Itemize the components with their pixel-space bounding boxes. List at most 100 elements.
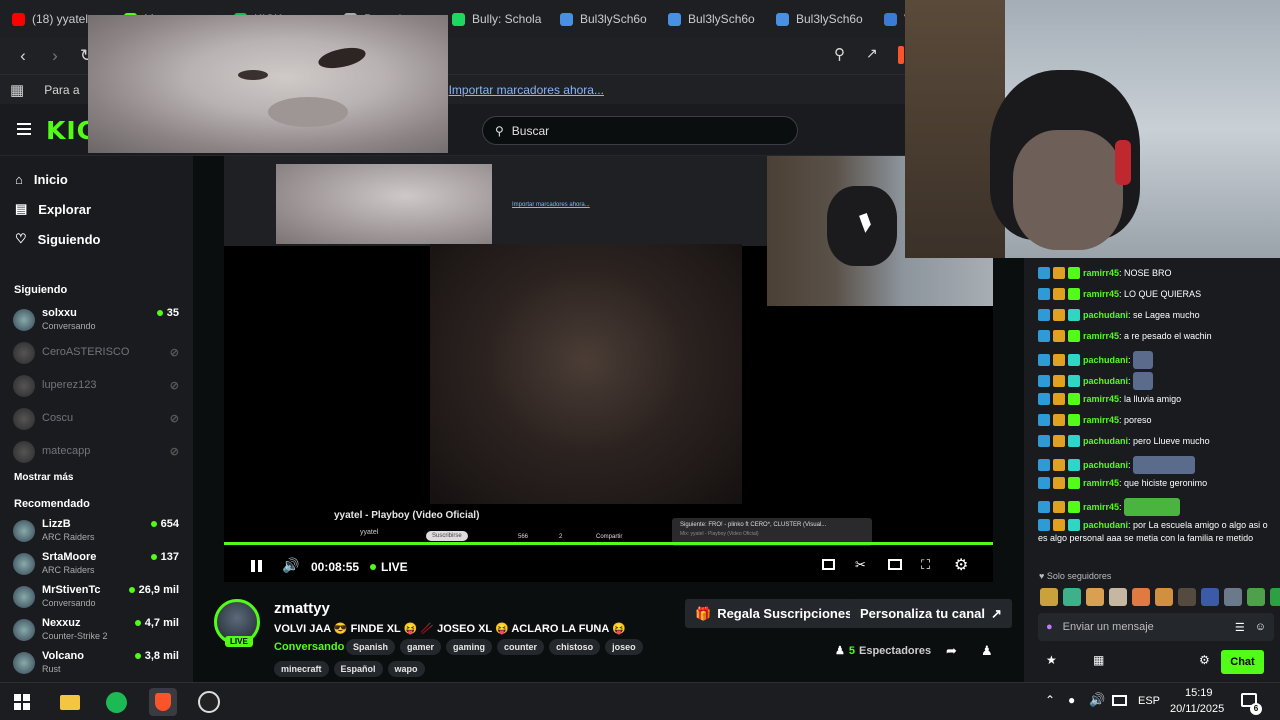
emoji-icon[interactable]: ☺	[1255, 621, 1266, 633]
chat-username[interactable]: ramirr45	[1083, 478, 1119, 488]
sidebar-channel-lizzb[interactable]: LizzB ARC Raiders 654	[0, 514, 193, 547]
chat-username[interactable]: ramirr45	[1083, 502, 1119, 512]
browser-tab[interactable]: Bul3lySch6o	[656, 4, 764, 34]
emote-icon[interactable]	[1132, 588, 1150, 606]
share-icon[interactable]: ➦	[946, 643, 957, 659]
brave-shield-icon[interactable]	[898, 46, 904, 64]
sidebar-channel-luperez123[interactable]: luperez123 ⊘	[0, 369, 193, 402]
windows-start-icon[interactable]	[14, 694, 30, 710]
stream-tag[interactable]: gaming	[446, 639, 493, 655]
stream-tag[interactable]: gamer	[400, 639, 442, 655]
browser-tab[interactable]: Bul3lySch6o	[764, 4, 872, 34]
translate-icon[interactable]: ☰	[1235, 621, 1245, 634]
chat-username[interactable]: pachudani	[1083, 520, 1128, 530]
volume-tray-icon[interactable]: 🔊	[1089, 692, 1105, 708]
microphone-icon[interactable]: ●	[1068, 693, 1075, 707]
pip-icon[interactable]	[822, 559, 835, 570]
chat-username[interactable]: pachudani	[1083, 460, 1128, 470]
nav-explorar[interactable]: ▤ Explorar	[0, 194, 193, 224]
gift-subs-button[interactable]: 🎁 Regala Suscripciones	[685, 599, 863, 628]
browser-tab[interactable]: Bul3lySch6o	[548, 4, 656, 34]
stream-tag[interactable]: minecraft	[274, 661, 329, 677]
chat-settings-icon[interactable]: ⚙	[1199, 653, 1210, 667]
zoom-icon[interactable]: ⚲	[834, 45, 845, 63]
chat-input[interactable]: ● Enviar un mensaje ☰ ☺	[1038, 613, 1274, 641]
emote-icon[interactable]	[1155, 588, 1173, 606]
volume-icon[interactable]: 🔊	[282, 557, 299, 574]
video-player[interactable]: Importar marcadores ahora... yyatel - Pl…	[224, 156, 993, 582]
chat-username[interactable]: pachudani	[1083, 310, 1128, 320]
hamburger-menu-icon[interactable]	[17, 123, 31, 135]
fullscreen-icon[interactable]: ⛶	[921, 557, 930, 573]
import-bookmarks-link[interactable]: Importar marcadores ahora...	[449, 83, 604, 97]
network-icon[interactable]	[1112, 695, 1127, 706]
nav-siguiendo[interactable]: ♡ Siguiendo	[0, 224, 193, 254]
streamer-name[interactable]: zmattyy	[274, 600, 330, 617]
store-icon[interactable]: ▦	[1093, 653, 1104, 667]
chat-username[interactable]: pachudani	[1083, 436, 1128, 446]
stream-category[interactable]: Conversando	[274, 641, 344, 653]
chat-send-button[interactable]: Chat	[1221, 650, 1264, 674]
sidebar-channel-solxxu[interactable]: solxxu Conversando 35	[0, 303, 193, 336]
emote-icon[interactable]	[1063, 588, 1081, 606]
customize-channel-button[interactable]: Personaliza tu canal ↗	[850, 599, 1012, 628]
back-button[interactable]: ‹	[10, 43, 36, 69]
show-more-link[interactable]: Mostrar más	[0, 472, 193, 483]
stream-tag[interactable]: chistoso	[549, 639, 601, 655]
sidebar-channel-volcano[interactable]: Volcano Rust 3,8 mil	[0, 646, 193, 679]
emote-icon[interactable]	[1109, 588, 1127, 606]
crown-badge-icon	[1053, 309, 1065, 321]
forward-button[interactable]: ›	[42, 43, 68, 69]
emote-icon[interactable]	[1201, 588, 1219, 606]
tray-chevron-icon[interactable]: ⌃	[1045, 693, 1055, 707]
clock-date[interactable]: 20/11/2025	[1170, 703, 1224, 715]
brave-icon[interactable]	[149, 688, 177, 716]
language-indicator[interactable]: ESP	[1138, 695, 1160, 707]
obs-icon[interactable]	[198, 691, 220, 713]
chat-username[interactable]: ramirr45	[1083, 268, 1119, 278]
sidebar-channel-coscu[interactable]: Coscu ⊘	[0, 402, 193, 435]
nav-inicio[interactable]: ⌂ Inicio	[0, 164, 193, 194]
stream-tag[interactable]: joseo	[605, 639, 643, 655]
add-user-icon[interactable]: ♟	[981, 643, 993, 659]
chat-username[interactable]: ramirr45	[1083, 331, 1119, 341]
sidebar-channel-srtamoore[interactable]: SrtaMoore ARC Raiders 137	[0, 547, 193, 580]
sidebar-channel-ceroasterisco[interactable]: CeroASTERISCO ⊘	[0, 336, 193, 369]
clock-time[interactable]: 15:19	[1185, 687, 1213, 699]
chat-username[interactable]: ramirr45	[1083, 415, 1119, 425]
share-icon[interactable]: ↗	[866, 45, 878, 62]
clip-icon[interactable]: ✂	[855, 557, 866, 573]
address-bar[interactable]: ⚲ ↗	[448, 42, 904, 70]
emote-icon[interactable]	[1178, 588, 1196, 606]
chat-username[interactable]: pachudani	[1083, 376, 1128, 386]
stream-tag[interactable]: wapo	[387, 661, 425, 677]
apps-grid-icon[interactable]: ▦	[10, 81, 24, 99]
sidebar-channel-matecapp[interactable]: matecapp ⊘	[0, 435, 193, 468]
emote-icon[interactable]	[1224, 588, 1242, 606]
sidebar-channel-nexxuz[interactable]: Nexxuz Counter-Strike 2 4,7 mil	[0, 613, 193, 646]
chat-message: ramirr45: poreso	[1038, 414, 1274, 427]
chat-username[interactable]: ramirr45	[1083, 289, 1119, 299]
crown-badge-icon	[1053, 267, 1065, 279]
stream-info: LIVE zmattyy VOLVI JAA 😎 FINDE XL 😝 🥢 JO…	[193, 582, 1024, 682]
theater-mode-icon[interactable]	[888, 559, 902, 570]
emote-icon[interactable]	[1270, 588, 1280, 606]
spotify-icon[interactable]	[106, 692, 127, 713]
sidebar-channel-mrstiventc[interactable]: MrStivenTc Conversando 26,9 mil	[0, 580, 193, 613]
emote-icon[interactable]	[1247, 588, 1265, 606]
progress-track[interactable]	[224, 542, 993, 545]
file-explorer-icon[interactable]	[60, 695, 80, 710]
pause-icon[interactable]	[251, 560, 262, 572]
search-input[interactable]: ⚲ Buscar	[482, 116, 798, 145]
emote-icon[interactable]	[1086, 588, 1104, 606]
points-icon[interactable]: ★	[1046, 653, 1057, 667]
stream-tag[interactable]: Spanish	[346, 639, 396, 655]
settings-icon[interactable]: ⚙	[954, 555, 968, 575]
stream-tag[interactable]: Español	[333, 661, 383, 677]
emote-icon[interactable]	[1040, 588, 1058, 606]
chat-username[interactable]: pachudani	[1083, 355, 1128, 365]
stream-tag[interactable]: counter	[497, 639, 545, 655]
channel-category: Conversando	[42, 598, 96, 608]
browser-tab[interactable]: Bully: Schola	[440, 4, 548, 34]
chat-username[interactable]: ramirr45	[1083, 394, 1119, 404]
